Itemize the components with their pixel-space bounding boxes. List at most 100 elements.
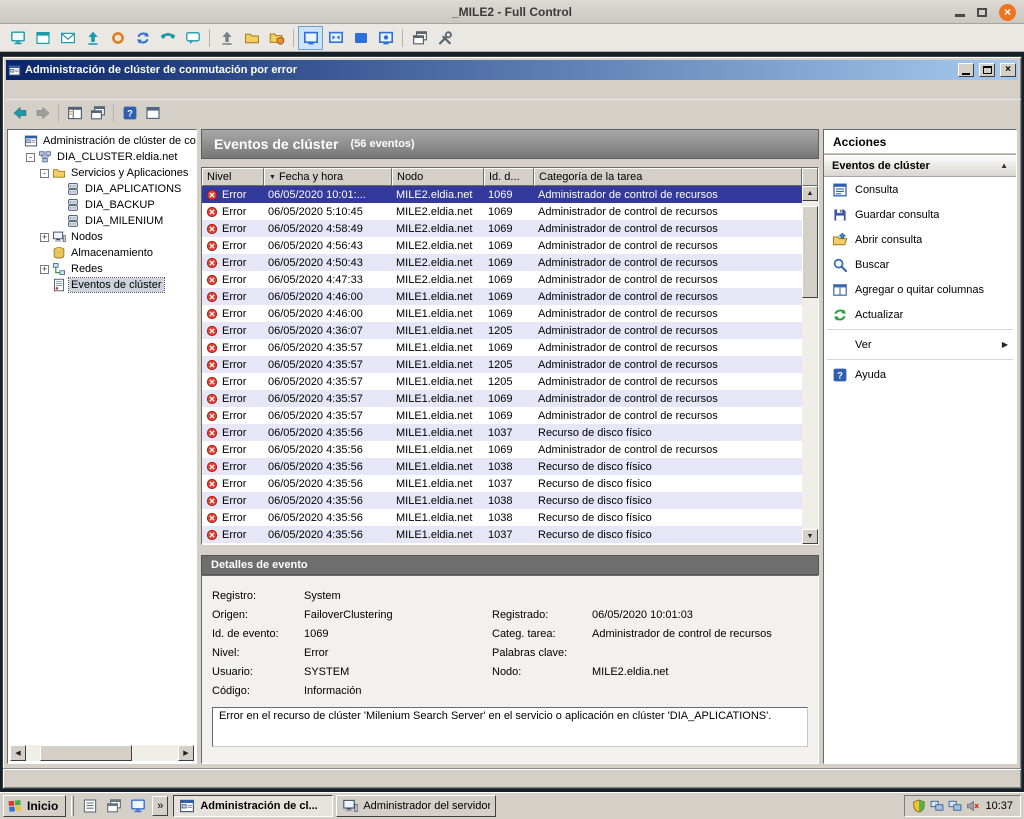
event-row[interactable]: Error06/05/2020 5:10:45MILE2.eldia.net10…	[202, 203, 802, 220]
window-titlebar[interactable]: Administración de clúster de conmutación…	[6, 60, 1018, 80]
column-nivel[interactable]: Nivel	[202, 168, 264, 186]
tree-item-eventos-de-cl-ster[interactable]: Eventos de clúster	[10, 277, 196, 293]
scrollbar-track[interactable]	[802, 201, 818, 529]
event-row[interactable]: Error06/05/2020 4:35:57MILE1.eldia.net12…	[202, 356, 802, 373]
session-window-icon[interactable]	[30, 26, 55, 50]
tree-item-dia-milenium[interactable]: DIA_MILENIUM	[10, 213, 196, 229]
tree-item-redes[interactable]: +Redes	[10, 261, 196, 277]
menu-ayuda[interactable]	[48, 88, 62, 92]
taskbar-handle[interactable]	[71, 796, 74, 816]
expander-icon[interactable]: -	[26, 153, 35, 162]
pause-icon[interactable]	[105, 26, 130, 50]
tree-item-almacenamiento[interactable]: Almacenamiento	[10, 245, 196, 261]
action-ver[interactable]: Ver▶	[824, 332, 1016, 357]
scale-view-icon[interactable]	[323, 26, 348, 50]
action-agregar-o-quitar-columnas[interactable]: Agregar o quitar columnas	[824, 277, 1016, 302]
event-row[interactable]: Error06/05/2020 4:36:07MILE1.eldia.net12…	[202, 322, 802, 339]
action-guardar-consulta[interactable]: Guardar consulta	[824, 202, 1016, 227]
tree-item-servicios-y-aplicaciones[interactable]: -Servicios y Aplicaciones	[10, 165, 196, 181]
export-list-button[interactable]	[86, 102, 109, 124]
file-upload-icon[interactable]	[214, 26, 239, 50]
scrollbar-track[interactable]	[26, 745, 178, 761]
event-row[interactable]: Error06/05/2020 4:35:57MILE1.eldia.net10…	[202, 339, 802, 356]
event-row[interactable]: Error06/05/2020 4:46:00MILE1.eldia.net10…	[202, 305, 802, 322]
minimize-button[interactable]	[958, 63, 974, 77]
fullscreen-icon[interactable]	[298, 26, 323, 50]
collapse-icon[interactable]: ▲	[1000, 161, 1008, 170]
lan-status-icon[interactable]	[948, 799, 962, 813]
event-row[interactable]: Error06/05/2020 4:35:56MILE1.eldia.net10…	[202, 492, 802, 509]
event-row[interactable]: Error06/05/2020 4:35:57MILE1.eldia.net10…	[202, 390, 802, 407]
column-id-d[interactable]: Id. d...	[484, 168, 534, 186]
back-button[interactable]	[8, 102, 31, 124]
start-button[interactable]: Inicio	[3, 795, 66, 817]
scrollbar-thumb[interactable]	[40, 745, 132, 761]
event-row[interactable]: Error06/05/2020 4:35:56MILE1.eldia.net10…	[202, 441, 802, 458]
host-close-button[interactable]: ×	[999, 4, 1016, 21]
event-row[interactable]: Error06/05/2020 4:46:00MILE1.eldia.net10…	[202, 288, 802, 305]
chat-icon[interactable]	[180, 26, 205, 50]
action-buscar[interactable]: Buscar	[824, 252, 1016, 277]
scroll-right-button[interactable]: ▶	[178, 745, 194, 761]
event-row[interactable]: Error06/05/2020 4:56:43MILE2.eldia.net10…	[202, 237, 802, 254]
console-tree-button[interactable]	[63, 102, 86, 124]
action-abrir-consulta[interactable]: Abrir consulta	[824, 227, 1016, 252]
action-actualizar[interactable]: Actualizar	[824, 302, 1016, 327]
event-row[interactable]: Error06/05/2020 4:35:56MILE1.eldia.net10…	[202, 526, 802, 543]
menu-ver[interactable]	[34, 88, 48, 92]
file-transfer-icon[interactable]	[239, 26, 264, 50]
window-switcher-icon[interactable]	[103, 795, 125, 817]
phone-icon[interactable]	[155, 26, 180, 50]
quick-launch-overflow-button[interactable]: »	[152, 796, 168, 816]
tree-item-dia-backup[interactable]: DIA_BACKUP	[10, 197, 196, 213]
message-icon[interactable]	[55, 26, 80, 50]
event-row[interactable]: Error06/05/2020 4:35:57MILE1.eldia.net10…	[202, 407, 802, 424]
send-screen-icon[interactable]	[80, 26, 105, 50]
volume-muted-icon[interactable]	[966, 799, 980, 813]
expander-icon[interactable]: +	[40, 265, 49, 274]
event-row[interactable]: Error06/05/2020 4:58:49MILE2.eldia.net10…	[202, 220, 802, 237]
cascade-windows-icon[interactable]	[407, 26, 432, 50]
tree-item-dia-cluster-eldia-net[interactable]: -DIA_CLUSTER.eldia.net	[10, 149, 196, 165]
action-consulta[interactable]: Consulta	[824, 177, 1016, 202]
refresh-icon[interactable]	[130, 26, 155, 50]
secure-folder-icon[interactable]	[264, 26, 289, 50]
event-row[interactable]: Error06/05/2020 4:35:57MILE1.eldia.net12…	[202, 373, 802, 390]
event-row[interactable]: Error06/05/2020 4:47:33MILE2.eldia.net10…	[202, 271, 802, 288]
column-categor-a-de-la-tarea[interactable]: Categoría de la tarea	[534, 168, 802, 186]
column-fecha-y-hora[interactable]: ▼Fecha y hora	[264, 168, 392, 186]
tree-item-dia-aplications[interactable]: DIA_APLICATIONS	[10, 181, 196, 197]
tree-item-nodos[interactable]: +Nodos	[10, 229, 196, 245]
event-row[interactable]: Error06/05/2020 10:01:...MILE2.eldia.net…	[202, 186, 802, 203]
host-maximize-button[interactable]	[977, 8, 987, 17]
tree-horizontal-scrollbar[interactable]: ◀ ▶	[10, 745, 194, 761]
help-button[interactable]	[118, 102, 141, 124]
network-activity-icon[interactable]	[930, 799, 944, 813]
tree-item-administraci-n-de-cl-ster-de-conmu[interactable]: Administración de clúster de conmu	[10, 133, 196, 149]
scroll-left-button[interactable]: ◀	[10, 745, 26, 761]
show-desktop-icon[interactable]	[79, 795, 101, 817]
taskbar-button-administrador-del-servidor[interactable]: Administrador del servidor	[336, 795, 496, 817]
forward-button[interactable]	[31, 102, 54, 124]
event-row[interactable]: Error06/05/2020 4:35:56MILE1.eldia.net10…	[202, 424, 802, 441]
scrollbar-thumb[interactable]	[802, 206, 818, 298]
menu-acci-n[interactable]	[20, 88, 34, 92]
action-ayuda[interactable]: Ayuda	[824, 362, 1016, 387]
close-button[interactable]: ×	[1000, 63, 1016, 77]
menu-archivo[interactable]	[6, 88, 20, 92]
maximize-button[interactable]	[979, 63, 995, 77]
event-row[interactable]: Error06/05/2020 4:50:43MILE2.eldia.net10…	[202, 254, 802, 271]
screen-options-icon[interactable]	[373, 26, 398, 50]
scroll-down-button[interactable]: ▼	[802, 529, 818, 544]
event-row[interactable]: Error06/05/2020 4:35:56MILE1.eldia.net10…	[202, 475, 802, 492]
expander-icon[interactable]: +	[40, 233, 49, 242]
host-minimize-button[interactable]	[955, 8, 965, 17]
taskbar-button-administraci-n-de-cl[interactable]: Administración de cl...	[173, 795, 333, 817]
event-row[interactable]: Error06/05/2020 4:35:56MILE1.eldia.net10…	[202, 509, 802, 526]
tools-icon[interactable]	[432, 26, 457, 50]
solid-screen-icon[interactable]	[348, 26, 373, 50]
security-status-icon[interactable]	[912, 799, 926, 813]
scroll-up-button[interactable]: ▲	[802, 186, 818, 201]
vertical-scrollbar[interactable]: ▲ ▼	[802, 168, 818, 544]
event-row[interactable]: Error06/05/2020 4:35:56MILE1.eldia.net10…	[202, 458, 802, 475]
